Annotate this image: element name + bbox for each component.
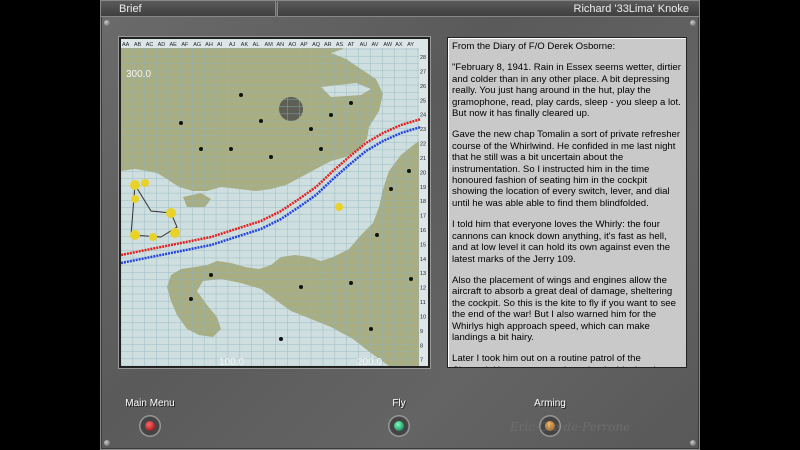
fly-control: Fly [359, 398, 439, 437]
map-column-label: AJ [229, 42, 236, 48]
map-column-label: AP [300, 42, 308, 48]
brief-paragraph: Gave the new chap Tomalin a sort of priv… [452, 129, 681, 209]
map-column-label: AK [241, 42, 249, 48]
map-row-labels: 28 27 26 25 24 23 22 21 20 19 18 17 16 15 14 13 12 11 10 9 8… [419, 48, 428, 366]
map-row-label: 18 [420, 199, 426, 205]
map-row-label: 7 [420, 358, 423, 364]
map-row-label: 14 [420, 257, 426, 263]
map-scale-label: 300.0 [126, 69, 151, 80]
rivet-icon [104, 20, 110, 26]
waypoint-marker[interactable] [130, 180, 140, 190]
map-column-label: AW [383, 42, 392, 48]
target-marker[interactable] [335, 203, 343, 211]
brief-paragraph: "February 8, 1941. Rain in Essex seems w… [452, 62, 681, 120]
map-column-label: AG [193, 42, 201, 48]
map-column-label: AY [407, 42, 414, 48]
map-column-label: AS [336, 42, 344, 48]
map-row-label: 28 [420, 55, 426, 61]
map-column-label: AB [134, 42, 142, 48]
waypoint-marker[interactable] [141, 179, 149, 187]
brief-paragraph: Later I took him out on a routine patrol… [452, 353, 680, 367]
map-column-label: AA [122, 42, 130, 48]
pilot-name-header: Richard '33Lima' Knoke [277, 0, 700, 17]
rivet-icon [104, 440, 110, 446]
map-row-label: 19 [420, 185, 426, 191]
map-row-label: 25 [420, 98, 426, 104]
map-row-label: 11 [420, 300, 426, 306]
main-menu-label: Main Menu [125, 398, 175, 409]
brief-paragraph: Also the placement of wings and engines … [452, 274, 676, 343]
mission-map[interactable]: AA AB AC AD AE AF AG AH AI AJ AK AL AM AN AO AP AQ AR AS AT… [121, 39, 428, 366]
map-column-label: AC [146, 42, 154, 48]
map-row-label: 15 [420, 242, 426, 248]
map-row-label: 22 [420, 142, 426, 148]
map-row-label: 16 [420, 228, 426, 234]
briefing-text: From the Diary of F/O Derek Osborne: "Fe… [447, 37, 687, 368]
waypoint-marker[interactable] [166, 208, 176, 218]
map-column-label: AU [360, 42, 368, 48]
waypoint-marker[interactable] [170, 228, 180, 238]
map-row-label: 20 [420, 170, 426, 176]
map-column-label: AN [276, 42, 284, 48]
waypoint-marker[interactable] [131, 195, 139, 203]
rivet-icon [690, 440, 696, 446]
mission-map-frame: AA AB AC AD AE AF AG AH AI AJ AK AL AM AN AO AP AQ AR AS AT… [119, 37, 430, 368]
fly-label: Fly [392, 398, 406, 409]
map-column-label: AF [181, 42, 189, 48]
map-row-label: 17 [420, 214, 426, 220]
map-row-label: 24 [420, 113, 426, 119]
map-row-label: 23 [420, 127, 426, 133]
map-column-label: AD [158, 42, 166, 48]
waypoint-marker[interactable] [149, 233, 157, 241]
brief-heading: From the Diary of F/O Derek Osborne: [452, 41, 616, 52]
map-row-label: 21 [420, 156, 426, 162]
signature-watermark: Eric·Oie·de·Perrone [510, 420, 631, 434]
map-row-label: 10 [420, 314, 426, 320]
waypoint-marker[interactable] [130, 230, 140, 240]
fly-button[interactable] [388, 415, 410, 437]
map-row-label: 12 [420, 286, 426, 292]
map-scale-label: 200.0 [357, 357, 382, 366]
map-row-label: 26 [420, 84, 426, 90]
red-lamp-icon [145, 421, 155, 431]
main-menu-control: Main Menu [110, 398, 190, 437]
map-column-label: AM [265, 42, 274, 48]
map-column-label: AQ [312, 42, 321, 48]
map-column-label: AI [217, 42, 223, 48]
map-column-label: AT [348, 42, 355, 48]
map-row-label: 13 [420, 271, 426, 277]
map-row-label: 9 [420, 329, 423, 335]
brief-tab-header: Brief [100, 0, 276, 17]
map-column-label: AL [253, 42, 260, 48]
map-column-label: AV [371, 42, 378, 48]
map-column-label: AX [395, 42, 403, 48]
map-column-label: AH [205, 42, 213, 48]
rivet-icon [690, 20, 696, 26]
map-row-label: 27 [420, 69, 426, 75]
map-column-labels: AA AB AC AD AE AF AG AH AI AJ AK AL AM AN AO AP AQ AR AS AT… [121, 39, 428, 48]
map-scale-label: 100.0 [219, 357, 244, 366]
map-column-label: AR [324, 42, 332, 48]
map-column-label: AE [170, 42, 178, 48]
map-row-label: 8 [420, 343, 423, 349]
briefing-panel: Brief Richard '33Lima' Knoke AA AB AC AD AE A… [100, 0, 700, 450]
arming-label: Arming [534, 398, 566, 409]
map-column-label: AO [288, 42, 297, 48]
main-menu-button[interactable] [139, 415, 161, 437]
green-lamp-icon [394, 421, 404, 431]
brief-paragraph: I told him that everyone loves the Whirl… [452, 219, 671, 265]
